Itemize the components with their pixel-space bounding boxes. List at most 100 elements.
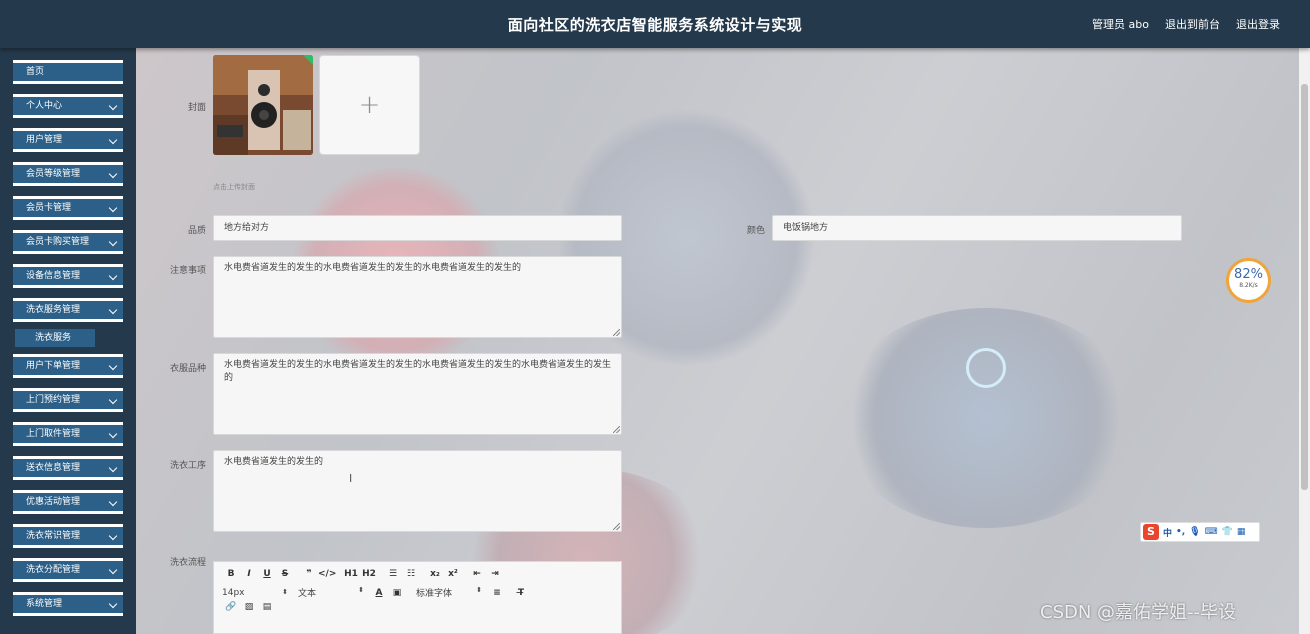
quality-input[interactable]: 地方给对方	[213, 215, 622, 241]
page-scrollbar[interactable]	[1299, 48, 1310, 634]
sidebar-item-delivery[interactable]: 送衣信息管理	[13, 456, 123, 480]
sidebar-item-label: 系统管理	[26, 599, 63, 609]
sidebar-item-label: 会员卡管理	[26, 203, 72, 213]
sidebar-subitem-laundry-service[interactable]: 洗衣服务	[15, 329, 95, 347]
chevron-down-icon	[108, 237, 118, 247]
strikethrough-icon[interactable]: S	[276, 569, 294, 579]
sidebar-item-label: 上门预约管理	[26, 395, 81, 405]
sidebar-item-user-management[interactable]: 用户管理	[13, 128, 123, 152]
admin-user-link[interactable]: 管理员 abo	[1092, 16, 1149, 32]
sidebar-item-laundry-tips[interactable]: 洗衣常识管理	[13, 524, 123, 548]
sidebar-item-system[interactable]: 系统管理	[13, 592, 123, 616]
flow-label: 洗衣流程	[169, 558, 206, 568]
speed-percent: 82%	[1234, 267, 1263, 282]
editor-toolbar-row-1: B I U S ❞ </> H1 H2 ☰ ☷ x₂ x² ⇤ ⇥	[222, 569, 504, 579]
clear-format-icon[interactable]: T̶	[512, 588, 530, 598]
text-type-value: 文本	[298, 589, 317, 599]
font-family-select[interactable]: 标准字体 ⬍	[416, 586, 482, 599]
bullet-list-icon[interactable]: ☷	[402, 569, 420, 579]
image-icon[interactable]: ▨	[240, 602, 258, 612]
ime-toolbar[interactable]: S 中 •, 🎙 ⌨ 👕 ▦	[1140, 522, 1260, 542]
chevron-down-icon	[108, 271, 118, 281]
resize-handle-icon[interactable]	[613, 329, 620, 336]
sidebar-item-member-level[interactable]: 会员等级管理	[13, 162, 123, 186]
heading-1-icon[interactable]: H1	[342, 569, 360, 579]
sidebar-item-label: 用户管理	[26, 135, 63, 145]
link-icon[interactable]: 🔗	[222, 602, 240, 612]
punctuation-icon[interactable]: •,	[1176, 527, 1185, 537]
ime-mode-label[interactable]: 中	[1163, 526, 1172, 539]
back-to-front-link[interactable]: 退出到前台	[1165, 16, 1220, 32]
sidebar-item-laundry-service[interactable]: 洗衣服务管理	[13, 298, 123, 322]
upload-cover-button[interactable]: +	[319, 55, 420, 155]
font-size-value: 14px	[222, 587, 245, 598]
process-textarea[interactable]: 水电费省道发生的发生的	[213, 450, 622, 532]
bold-icon[interactable]: B	[222, 569, 240, 579]
blockquote-icon[interactable]: ❞	[300, 569, 318, 579]
sidebar-item-pickup[interactable]: 上门取件管理	[13, 422, 123, 446]
process-text: 水电费省道发生的发生的	[224, 457, 324, 467]
microphone-icon[interactable]: 🎙	[1189, 527, 1200, 537]
align-icon[interactable]: ≡	[488, 588, 506, 598]
sidebar-item-promotions[interactable]: 优惠活动管理	[13, 490, 123, 514]
chevron-down-icon	[108, 565, 118, 575]
sidebar-item-card-purchase[interactable]: 会员卡购买管理	[13, 230, 123, 254]
video-icon[interactable]: ▤	[258, 602, 276, 612]
sidebar-item-home[interactable]: 首页	[13, 60, 123, 84]
ordered-list-icon[interactable]: ☰	[384, 569, 402, 579]
chevron-down-icon	[108, 169, 118, 179]
sidebar-item-device-info[interactable]: 设备信息管理	[13, 264, 123, 288]
sidebar: 首页 个人中心 用户管理 会员等级管理 会员卡管理 会员卡购买管理 设备信息管理…	[0, 48, 136, 634]
toolbox-icon[interactable]: ▦	[1237, 527, 1246, 537]
chevron-down-icon	[108, 497, 118, 507]
logout-link[interactable]: 退出登录	[1236, 16, 1280, 32]
italic-icon[interactable]: I	[240, 569, 258, 579]
scrollbar-thumb[interactable]	[1301, 84, 1308, 490]
sidebar-item-label: 上门取件管理	[26, 429, 81, 439]
sidebar-item-label: 洗衣服务管理	[26, 305, 81, 315]
code-icon[interactable]: </>	[318, 569, 336, 579]
chevron-down-icon	[108, 531, 118, 541]
clothes-type-label: 衣服品种	[169, 364, 206, 374]
notes-text: 水电费省道发生的发生的水电费省道发生的发生的水电费省道发生的发生的	[224, 263, 522, 273]
indent-icon[interactable]: ⇥	[486, 569, 504, 579]
notes-textarea[interactable]: 水电费省道发生的发生的水电费省道发生的发生的水电费省道发生的发生的	[213, 256, 622, 338]
rich-text-editor[interactable]: B I U S ❞ </> H1 H2 ☰ ☷ x₂ x² ⇤ ⇥ 14px ⬍ …	[213, 561, 622, 634]
process-label: 洗衣工序	[169, 461, 206, 471]
superscript-icon[interactable]: x²	[444, 569, 462, 579]
cover-hint: 点击上传封面	[213, 183, 255, 191]
outdent-icon[interactable]: ⇤	[468, 569, 486, 579]
chevron-down-icon	[108, 101, 118, 111]
font-color-icon[interactable]: A	[370, 588, 388, 598]
sidebar-item-home-booking[interactable]: 上门预约管理	[13, 388, 123, 412]
skin-icon[interactable]: 👕	[1222, 527, 1233, 537]
resize-handle-icon[interactable]	[613, 523, 620, 530]
sidebar-item-assignment[interactable]: 洗衣分配管理	[13, 558, 123, 582]
sidebar-item-label: 设备信息管理	[26, 271, 81, 281]
chevron-down-icon	[108, 135, 118, 145]
speaker-photo	[213, 55, 313, 155]
font-size-select[interactable]: 14px ⬍	[222, 588, 288, 598]
network-speed-widget[interactable]: 82% 8.2K/s	[1226, 258, 1271, 303]
color-input[interactable]: 电饭锅地方	[772, 215, 1182, 241]
resize-handle-icon[interactable]	[613, 426, 620, 433]
plus-icon: +	[358, 90, 381, 120]
background-color-icon[interactable]: ▣	[388, 588, 406, 598]
cover-image[interactable]	[213, 55, 313, 155]
sidebar-item-member-card[interactable]: 会员卡管理	[13, 196, 123, 220]
sidebar-item-personal-center[interactable]: 个人中心	[13, 94, 123, 118]
chevron-down-icon	[108, 203, 118, 213]
text-type-select[interactable]: 文本 ⬍	[298, 586, 364, 599]
text-cursor-icon: I	[349, 472, 353, 485]
underline-icon[interactable]: U	[258, 569, 276, 579]
clothes-type-textarea[interactable]: 水电费省道发生的发生的水电费省道发生的发生的水电费省道发生的发生的水电费省道发生…	[213, 353, 622, 435]
clothes-type-text: 水电费省道发生的发生的水电费省道发生的发生的水电费省道发生的发生的水电费省道发生…	[224, 360, 612, 383]
select-caret-icon: ⬍	[476, 586, 482, 594]
subscript-icon[interactable]: x₂	[426, 569, 444, 579]
header-links: 管理员 abo 退出到前台 退出登录	[1092, 16, 1280, 32]
keyboard-icon[interactable]: ⌨	[1205, 527, 1218, 537]
sidebar-item-label: 会员等级管理	[26, 169, 81, 179]
heading-2-icon[interactable]: H2	[360, 569, 378, 579]
sidebar-item-user-orders[interactable]: 用户下单管理	[13, 354, 123, 378]
notes-label: 注意事项	[169, 266, 206, 276]
